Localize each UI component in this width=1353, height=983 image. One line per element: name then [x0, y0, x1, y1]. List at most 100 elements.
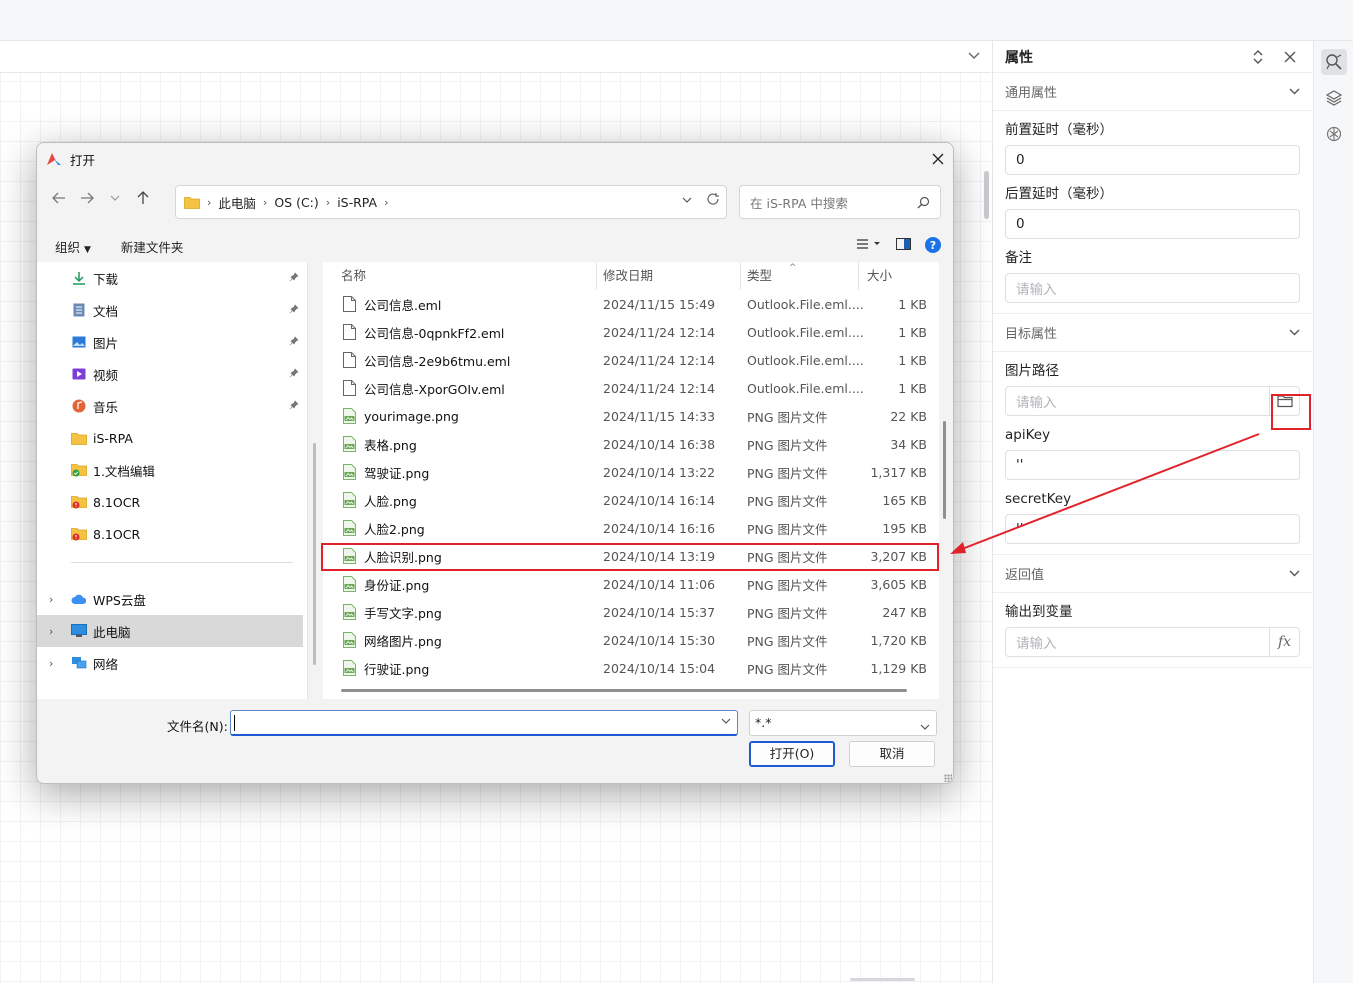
view-options-button[interactable]: [856, 238, 882, 253]
network-icon: [71, 655, 87, 671]
chevron-right-icon[interactable]: ›: [49, 625, 53, 638]
section-return[interactable]: 返回值: [993, 555, 1312, 593]
refresh-button[interactable]: [706, 192, 720, 209]
file-row[interactable]: 手写文字.png 2024/10/14 15:37 PNG 图片文件 247 KB: [323, 598, 939, 626]
post-delay-label: 后置延时（毫秒）: [1005, 186, 1113, 202]
layers-rail-button[interactable]: [1321, 85, 1347, 111]
file-row[interactable]: 公司信息-0qpnkFf2.eml 2024/11/24 12:14 Outlook…: [323, 318, 939, 346]
file-row[interactable]: 公司信息.eml 2024/11/15 15:49 Outlook.File.eml…: [323, 290, 939, 318]
file-name: 公司信息-2e9b6tmu.eml: [364, 353, 511, 369]
section-target[interactable]: 目标属性: [993, 314, 1312, 352]
tree-item-2[interactable]: › 网络: [37, 647, 307, 679]
file-size: 1,317 KB: [870, 464, 927, 480]
file-row[interactable]: 表格.png 2024/10/14 16:38 PNG 图片文件 34 KB: [323, 430, 939, 458]
file-date: 2024/10/14 15:37: [603, 604, 716, 620]
post-delay-input[interactable]: 0: [1005, 209, 1300, 239]
filetype-select[interactable]: *.*: [749, 710, 937, 736]
file-row[interactable]: yourimage.png 2024/11/15 14:33 PNG 图片文件 22 …: [323, 402, 939, 430]
file-name: 公司信息-0qpnkFf2.eml: [364, 325, 505, 341]
nav-item-5[interactable]: iS-RPA: [37, 422, 307, 454]
canvas-bottom-handle[interactable]: [850, 978, 915, 981]
resize-grip-icon[interactable]: [944, 774, 952, 782]
ai-rail-button[interactable]: [1321, 121, 1347, 147]
nav-item-4[interactable]: 音乐: [37, 390, 307, 422]
tree-item-1[interactable]: › 此电脑: [37, 615, 303, 647]
image-path-input[interactable]: 请输入: [1005, 386, 1270, 416]
help-icon[interactable]: ?: [925, 237, 941, 253]
properties-rail-button[interactable]: [1320, 49, 1347, 75]
file-row[interactable]: 身份证.png 2024/10/14 11:06 PNG 图片文件 3,605 KB: [323, 570, 939, 598]
nav-pane-scrollbar[interactable]: [313, 443, 316, 665]
output-variable-input[interactable]: 请输入: [1005, 627, 1270, 657]
cancel-button[interactable]: 取消: [849, 741, 935, 767]
nav-item-7[interactable]: 8.1OCR: [37, 486, 307, 518]
organize-menu[interactable]: 组织 ▼: [55, 237, 91, 256]
file-row[interactable]: 驾驶证.png 2024/10/14 13:22 PNG 图片文件 1,317 KB: [323, 458, 939, 486]
nav-item-label: 下载: [93, 271, 119, 287]
file-row[interactable]: 人脸2.png 2024/10/14 16:16 PNG 图片文件 195 KB: [323, 514, 939, 542]
chevron-down-icon[interactable]: [967, 49, 981, 63]
app-logo-icon: [47, 153, 61, 165]
preview-pane-button[interactable]: [896, 237, 911, 253]
breadcrumb-item[interactable]: iS-RPA: [337, 195, 377, 210]
pin-icon: [289, 303, 299, 317]
chevron-right-icon[interactable]: ›: [49, 593, 53, 606]
file-row[interactable]: 人脸识别.png 2024/10/14 13:19 PNG 图片文件 3,207 KB: [323, 542, 939, 570]
nav-item-3[interactable]: 视频: [37, 358, 307, 390]
png-file-icon: [343, 464, 364, 480]
column-header-name[interactable]: 名称: [323, 262, 597, 290]
chevron-right-icon[interactable]: ›: [49, 657, 53, 670]
file-type: Outlook.File.eml....: [747, 380, 864, 396]
note-input[interactable]: 请输入: [1005, 273, 1300, 303]
close-icon[interactable]: [1280, 47, 1300, 67]
new-folder-button[interactable]: 新建文件夹: [121, 237, 184, 256]
file-type: PNG 图片文件: [747, 605, 828, 621]
column-header-date[interactable]: 修改日期: [597, 262, 741, 290]
pin-icon: [289, 335, 299, 349]
file-name: 公司信息-XporGOIv.eml: [364, 381, 505, 397]
vertical-scrollbar[interactable]: [943, 421, 946, 519]
nav-item-1[interactable]: 文档: [37, 294, 307, 326]
file-type: PNG 图片文件: [747, 521, 828, 537]
chevron-down-icon[interactable]: [721, 716, 731, 727]
email-file-icon: [343, 296, 364, 312]
file-type: PNG 图片文件: [747, 465, 828, 481]
apikey-input[interactable]: '': [1005, 450, 1300, 480]
breadcrumb-item[interactable]: 此电脑: [218, 193, 256, 212]
fx-button[interactable]: fx: [1270, 627, 1300, 657]
file-name: yourimage.png: [364, 408, 459, 424]
file-row[interactable]: 行驶证.png 2024/10/14 15:04 PNG 图片文件 1,129 KB: [323, 654, 939, 682]
apikey-label: apiKey: [1005, 427, 1051, 443]
file-name: 行驶证.png: [364, 661, 430, 677]
nav-item-0[interactable]: 下载: [37, 262, 307, 294]
filename-input[interactable]: [230, 710, 738, 736]
file-row[interactable]: 网络图片.png 2024/10/14 15:30 PNG 图片文件 1,720 KB: [323, 626, 939, 654]
horizontal-scrollbar[interactable]: [341, 689, 907, 692]
file-date: 2024/10/14 16:38: [603, 436, 716, 452]
secretkey-input[interactable]: '': [1005, 514, 1300, 544]
file-row[interactable]: 人脸.png 2024/10/14 16:14 PNG 图片文件 165 KB: [323, 486, 939, 514]
browse-folder-button[interactable]: [1270, 386, 1300, 416]
address-history-button[interactable]: [682, 192, 692, 209]
file-row[interactable]: 公司信息-XporGOIv.eml 2024/11/24 12:14 Outlook…: [323, 374, 939, 402]
dialog-close-button[interactable]: [923, 144, 953, 174]
nav-item-2[interactable]: 图片: [37, 326, 307, 358]
open-button[interactable]: 打开(O): [749, 741, 835, 767]
tree-item-0[interactable]: › WPS云盘: [37, 583, 307, 615]
column-header-type[interactable]: 类型 ^: [741, 262, 859, 290]
breadcrumb-item[interactable]: OS (C:): [274, 195, 318, 210]
up-button[interactable]: [129, 184, 157, 212]
forward-button[interactable]: [73, 184, 101, 212]
nav-item-6[interactable]: 1.文档编辑: [37, 454, 307, 486]
section-general[interactable]: 通用属性: [993, 73, 1312, 111]
expand-collapse-icon[interactable]: [1248, 47, 1268, 67]
column-header-size[interactable]: 大小: [859, 262, 939, 290]
search-box[interactable]: 在 iS-RPA 中搜索: [739, 185, 941, 219]
address-bar[interactable]: › 此电脑 › OS (C:) › iS-RPA ›: [175, 185, 727, 219]
recent-locations-button[interactable]: [101, 184, 129, 212]
file-row[interactable]: 公司信息-2e9b6tmu.eml 2024/11/24 12:14 Outlook…: [323, 346, 939, 374]
pre-delay-input[interactable]: 0: [1005, 145, 1300, 175]
nav-item-8[interactable]: 8.1OCR: [37, 518, 307, 550]
back-button[interactable]: [45, 184, 73, 212]
canvas-scrollbar[interactable]: [984, 171, 989, 219]
